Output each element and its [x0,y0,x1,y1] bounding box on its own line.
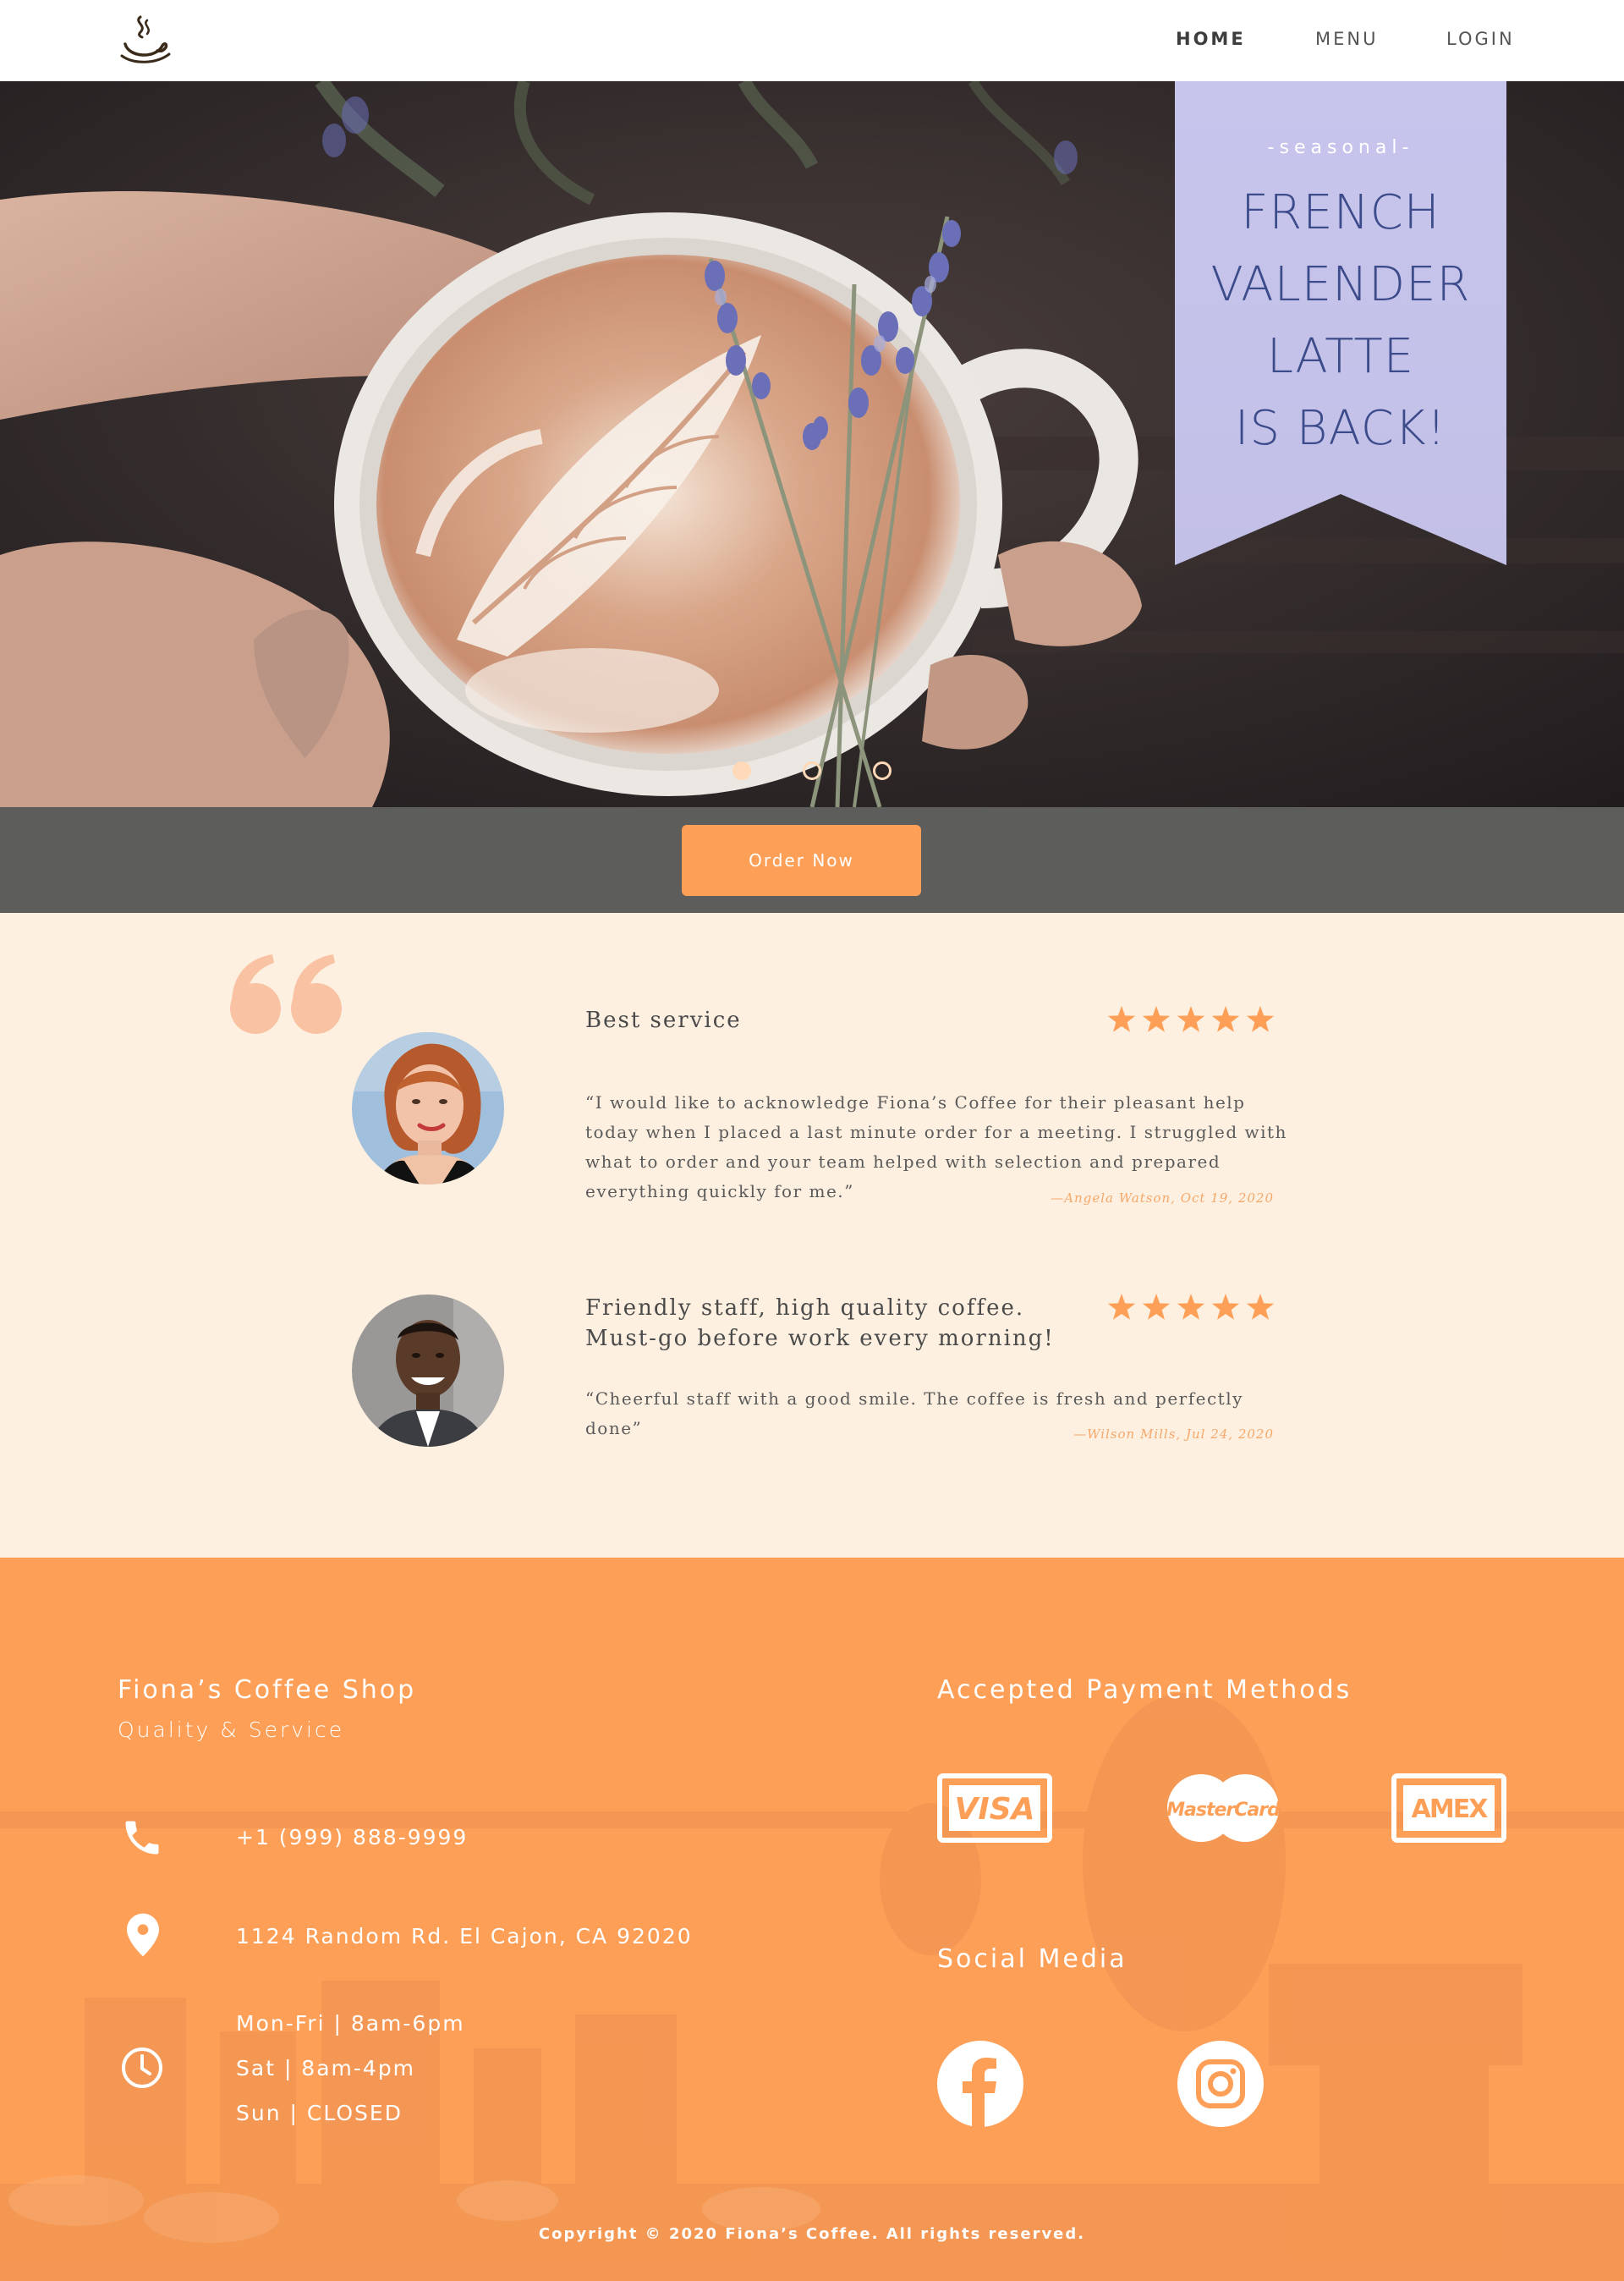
nav-login-link[interactable]: LOGIN [1446,29,1515,49]
social-media-heading: Social Media [937,1944,1127,1974]
facebook-icon[interactable] [937,2041,1023,2127]
banner-line-4: IS BACK! [1234,401,1447,456]
star-icon [1211,1006,1240,1032]
shop-address: 1124 Random Rd. El Cajon, CA 92020 [236,1924,693,1948]
review-author: —Angela Watson, Oct 19, 2020 [1051,1190,1274,1206]
carousel-dot-1[interactable] [732,761,751,780]
location-pin-icon [127,1913,159,1957]
star-icon [1211,1294,1240,1320]
star-icon [1246,1006,1275,1032]
svg-text:VISA: VISA [954,1792,1034,1827]
star-icon [1142,1006,1171,1032]
banner-line-1: FRENCH [1241,185,1440,240]
phone-icon [125,1821,159,1855]
hours-saturday: Sat | 8am-4pm [236,2056,416,2080]
hours-weekday: Mon-Fri | 8am-6pm [236,2011,465,2036]
phone-number[interactable]: +1 (999) 888-9999 [236,1825,468,1850]
review-text: “I would like to acknowledge Fiona’s Cof… [585,1092,1287,1201]
quote-mark-icon [230,954,342,1034]
nav-menu-link[interactable]: MENU [1315,29,1378,49]
payment-methods-heading: Accepted Payment Methods [937,1675,1352,1705]
star-rating [1108,1294,1275,1320]
hours-sunday: Sun | CLOSED [236,2101,403,2125]
banner-line-2: VALENDER [1210,257,1471,312]
reviewer-avatar [352,1294,504,1447]
star-icon [1246,1294,1275,1320]
star-icon [1177,1006,1205,1032]
star-icon [1108,1294,1136,1320]
steaming-cup-logo-icon[interactable] [117,14,173,69]
amex-card-icon: AMEX [1391,1773,1506,1843]
review-title: Friendly staff, high quality coffee. Mus… [585,1295,1055,1351]
mastercard-icon: MasterCard [1166,1774,1281,1842]
carousel-dot-2[interactable] [803,761,821,780]
instagram-icon[interactable] [1177,2041,1264,2127]
order-now-button[interactable]: Order Now [682,825,921,896]
carousel-dot-3[interactable] [873,761,892,780]
banner-kicker: -seasonal- [1267,137,1414,158]
order-bar: Order Now [0,807,1624,913]
star-icon [1108,1006,1136,1032]
reviewer-avatar [352,1032,504,1184]
shop-tagline: Quality & Service [118,1718,345,1742]
star-icon [1142,1294,1171,1320]
nav-home-link[interactable]: HOME [1176,29,1246,49]
banner-line-3: LATTE [1266,329,1415,384]
svg-text:MasterCard: MasterCard [1166,1800,1281,1821]
visa-card-icon: VISA [937,1773,1052,1843]
review-author: —Wilson Mills, Jul 24, 2020 [1073,1426,1274,1442]
footer [0,1558,1624,2281]
svg-text:AMEX: AMEX [1412,1795,1489,1824]
star-icon [1177,1294,1205,1320]
shop-name: Fiona’s Coffee Shop [118,1675,417,1705]
star-rating [1108,1006,1275,1032]
review-title: Best service [585,1008,742,1033]
top-nav: HOME MENU LOGIN [0,0,1624,81]
coffee-bar-background-image [0,1558,1624,2281]
copyright-text: Copyright © 2020 Fiona’s Coffee. All rig… [538,2225,1086,2243]
clock-icon [122,2047,162,2088]
